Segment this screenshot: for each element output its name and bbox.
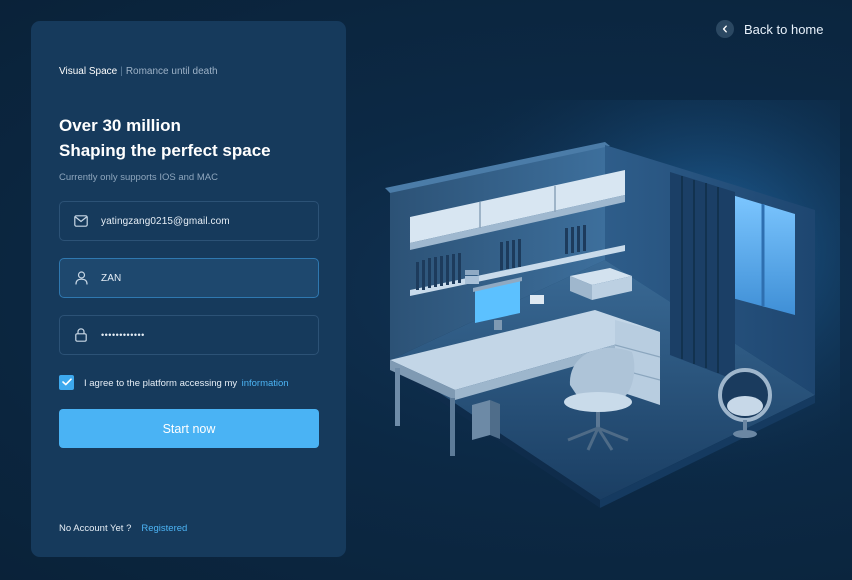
brand-name: Visual Space: [59, 66, 118, 77]
chevron-left-icon: [716, 20, 734, 38]
information-link[interactable]: information: [242, 378, 289, 389]
back-to-home-label: Back to home: [744, 21, 824, 37]
page-title: Over 30 million Shaping the perfect spac…: [59, 113, 271, 163]
brand-separator: |: [120, 66, 123, 77]
agree-text: I agree to the platform accessing my: [84, 378, 238, 389]
mail-icon: [73, 213, 89, 229]
user-icon: [73, 270, 89, 286]
email-value: yatingzang0215@gmail.com: [101, 215, 230, 227]
page-subtitle: Currently only supports IOS and MAC: [59, 172, 218, 183]
no-account-text: No Account Yet ?: [59, 523, 132, 534]
username-value: ZAN: [101, 272, 122, 284]
brand-line: Visual Space | Romance until death: [59, 66, 218, 77]
start-now-button[interactable]: Start now: [59, 409, 319, 448]
agree-checkbox[interactable]: [59, 374, 74, 390]
lock-icon: [73, 327, 89, 343]
title-line-2: Shaping the perfect space: [59, 141, 271, 160]
agree-row: I agree to the platform accessing my inf…: [59, 373, 289, 391]
email-field[interactable]: yatingzang0215@gmail.com: [59, 201, 319, 241]
back-to-home-link[interactable]: Back to home: [716, 20, 824, 38]
title-line-1: Over 30 million: [59, 116, 181, 135]
room-illustration: [370, 100, 840, 520]
login-page: Back to home Visual Space | Romance until …: [0, 0, 852, 580]
login-panel: Visual Space | Romance until death Over 30…: [31, 21, 346, 557]
registered-link[interactable]: Registered: [141, 523, 187, 534]
brand-tagline: Romance until death: [125, 66, 218, 77]
footer: No Account Yet ? Registered: [59, 523, 187, 534]
password-field[interactable]: ••••••••••••: [59, 315, 319, 355]
username-field[interactable]: ZAN: [59, 258, 319, 298]
curtain: [670, 172, 735, 380]
password-value: ••••••••••••: [101, 330, 145, 340]
